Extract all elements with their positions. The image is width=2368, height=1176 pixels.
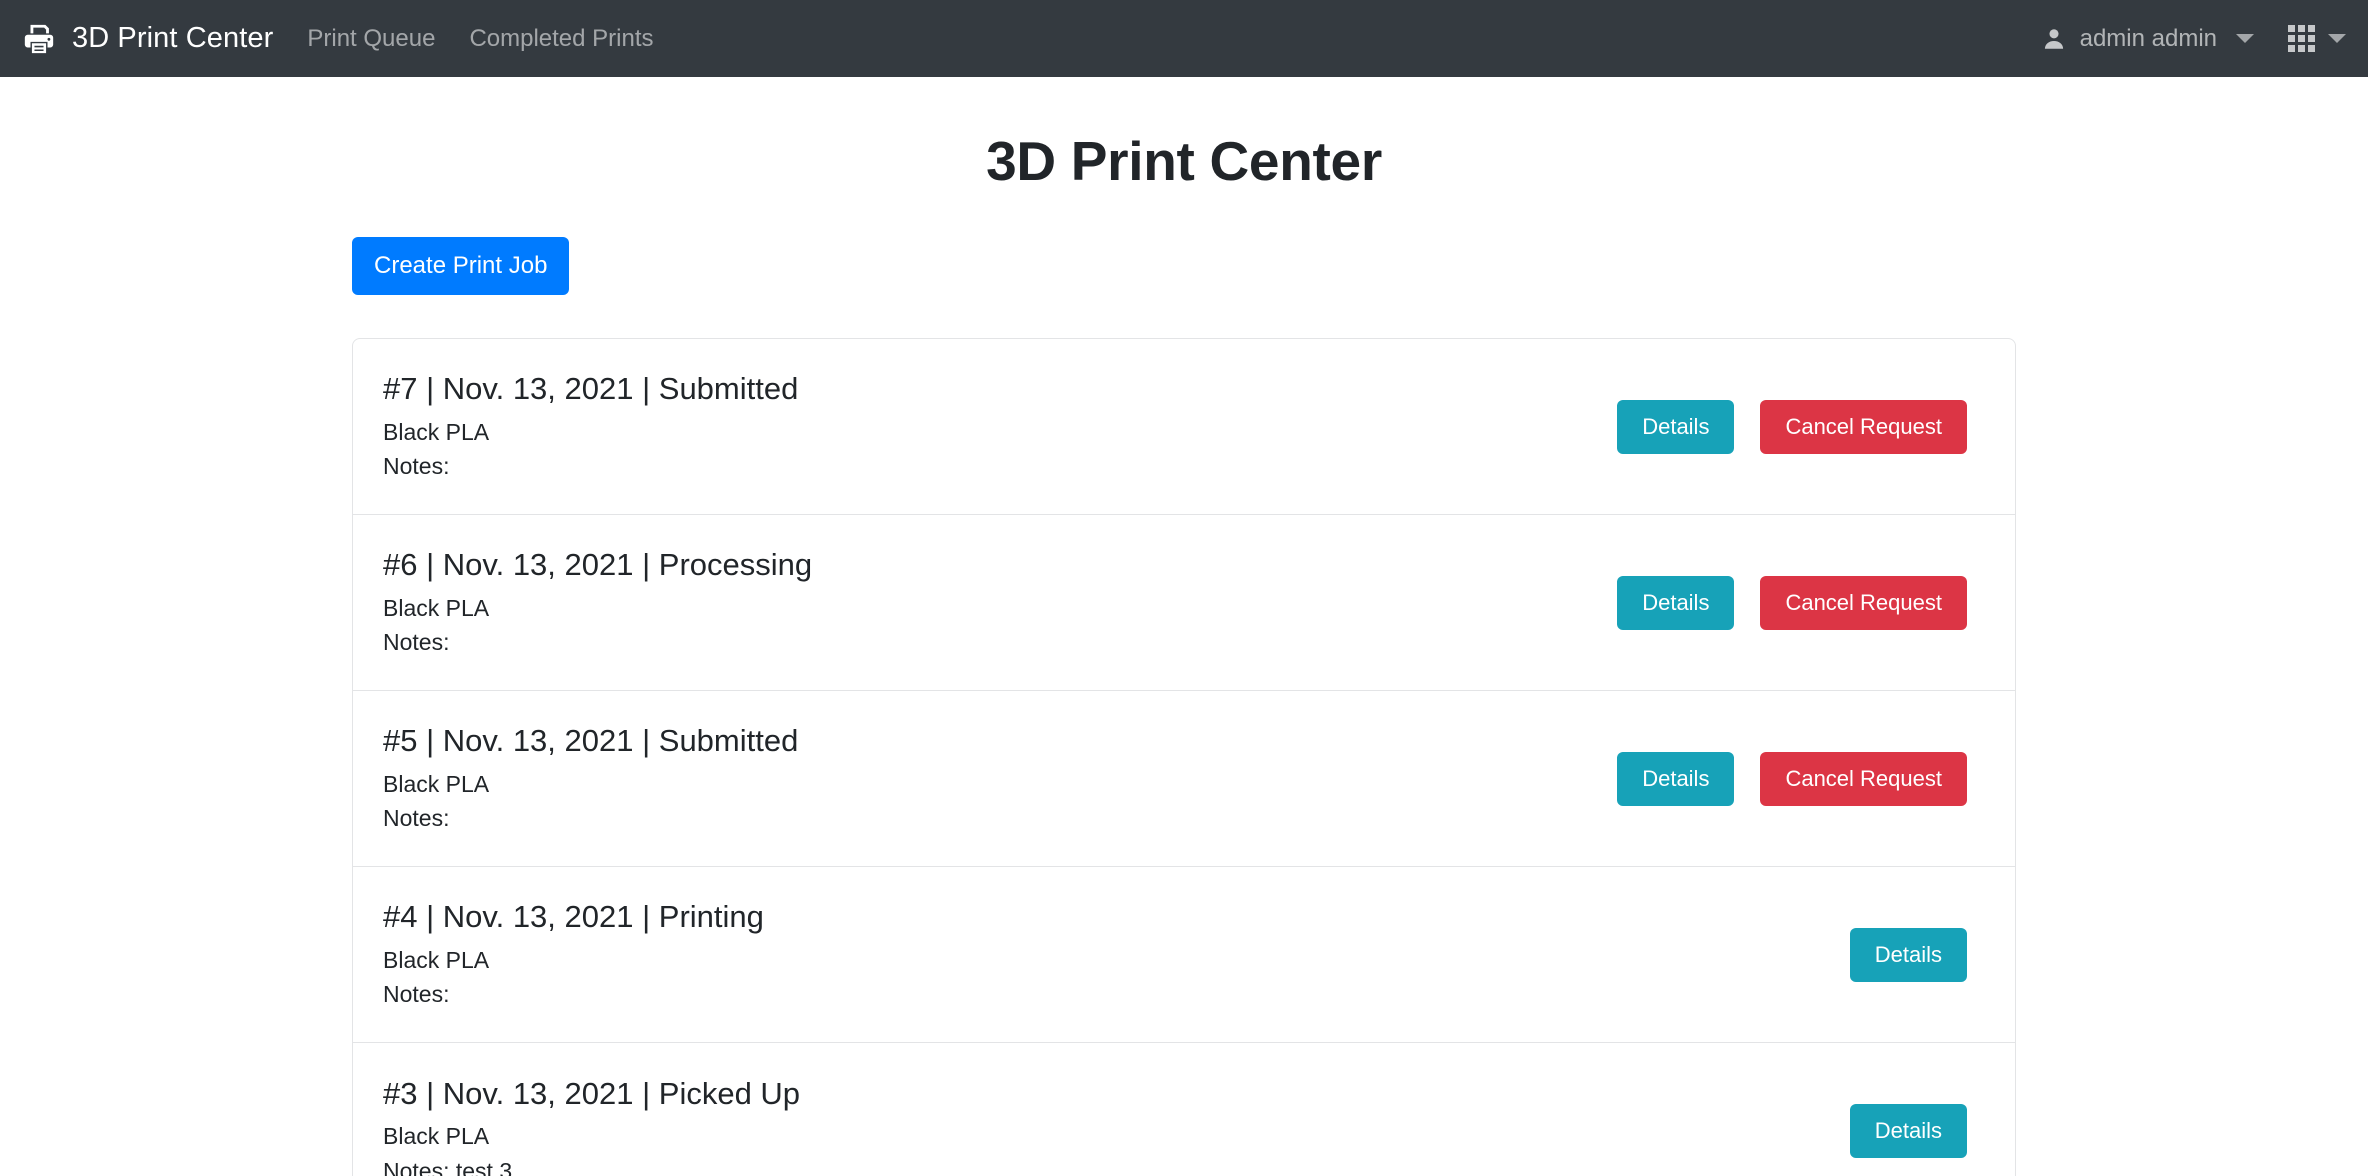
- top-navbar: 3D Print Center Print Queue Completed Pr…: [0, 0, 2368, 77]
- job-actions: Details Cancel Request: [1617, 751, 1985, 806]
- job-title: #4 | Nov. 13, 2021 | Printing: [383, 899, 764, 935]
- list-item: #4 | Nov. 13, 2021 | Printing Black PLA …: [353, 867, 2015, 1043]
- job-material: Black PLA: [383, 770, 490, 797]
- job-notes: Notes: test 3: [383, 1157, 513, 1176]
- cancel-request-button[interactable]: Cancel Request: [1760, 751, 1967, 806]
- job-notes: Notes:: [383, 981, 450, 1008]
- job-title: #3 | Nov. 13, 2021 | Picked Up: [383, 1075, 801, 1111]
- job-material: Black PLA: [383, 418, 490, 445]
- user-menu[interactable]: admin admin: [2035, 26, 2223, 52]
- navbar-links: Print Queue Completed Prints: [307, 26, 653, 51]
- details-button[interactable]: Details: [1617, 399, 1735, 454]
- list-item: #6 | Nov. 13, 2021 | Processing Black PL…: [353, 515, 2015, 691]
- user-icon: [2041, 26, 2067, 52]
- job-info: #5 | Nov. 13, 2021 | Submitted Black PLA…: [383, 721, 1617, 836]
- job-material: Black PLA: [383, 1123, 490, 1150]
- list-item: #7 | Nov. 13, 2021 | Submitted Black PLA…: [353, 339, 2015, 515]
- brand-title: 3D Print Center: [72, 22, 274, 54]
- page-title: 3D Print Center: [986, 130, 1382, 192]
- job-info: #3 | Nov. 13, 2021 | Picked Up Black PLA…: [383, 1074, 1850, 1176]
- details-button[interactable]: Details: [1617, 575, 1735, 630]
- job-actions: Details Cancel Request: [1617, 399, 1985, 454]
- printer-icon: [22, 22, 56, 56]
- job-material: Black PLA: [383, 594, 490, 621]
- cancel-request-button[interactable]: Cancel Request: [1760, 575, 1967, 630]
- navbar-brand[interactable]: 3D Print Center: [22, 22, 273, 56]
- list-item: #3 | Nov. 13, 2021 | Picked Up Black PLA…: [353, 1043, 2015, 1176]
- details-button[interactable]: Details: [1849, 927, 1967, 982]
- apps-chevron-down-icon[interactable]: [2328, 34, 2346, 43]
- user-chevron-down-icon[interactable]: [2236, 34, 2254, 43]
- nav-link-completed-prints[interactable]: Completed Prints: [469, 26, 653, 51]
- print-job-list: #7 | Nov. 13, 2021 | Submitted Black PLA…: [352, 338, 2016, 1176]
- job-title: #7 | Nov. 13, 2021 | Submitted: [383, 371, 799, 407]
- main-container: Create Print Job #7 | Nov. 13, 2021 | Su…: [352, 193, 2016, 1176]
- job-notes: Notes:: [383, 629, 450, 656]
- job-info: #6 | Nov. 13, 2021 | Processing Black PL…: [383, 545, 1617, 660]
- job-actions: Details Cancel Request: [1617, 575, 1985, 630]
- nav-link-print-queue[interactable]: Print Queue: [307, 26, 435, 51]
- job-notes: Notes:: [383, 805, 450, 832]
- job-actions: Details: [1849, 1104, 1985, 1158]
- job-title: #5 | Nov. 13, 2021 | Submitted: [383, 723, 799, 759]
- job-info: #4 | Nov. 13, 2021 | Printing Black PLA …: [383, 897, 1850, 1012]
- details-button[interactable]: Details: [1849, 1104, 1967, 1158]
- job-actions: Details: [1849, 927, 1985, 982]
- job-title: #6 | Nov. 13, 2021 | Processing: [383, 547, 813, 583]
- grid-icon[interactable]: [2288, 25, 2315, 52]
- user-name-label: admin admin: [2079, 24, 2217, 52]
- cancel-request-button[interactable]: Cancel Request: [1760, 399, 1967, 454]
- list-item: #5 | Nov. 13, 2021 | Submitted Black PLA…: [353, 691, 2015, 867]
- navbar-right: admin admin: [2035, 25, 2346, 52]
- create-print-job-button[interactable]: Create Print Job: [352, 237, 570, 295]
- job-notes: Notes:: [383, 453, 450, 480]
- job-info: #7 | Nov. 13, 2021 | Submitted Black PLA…: [383, 369, 1617, 484]
- job-material: Black PLA: [383, 946, 490, 973]
- details-button[interactable]: Details: [1617, 751, 1735, 806]
